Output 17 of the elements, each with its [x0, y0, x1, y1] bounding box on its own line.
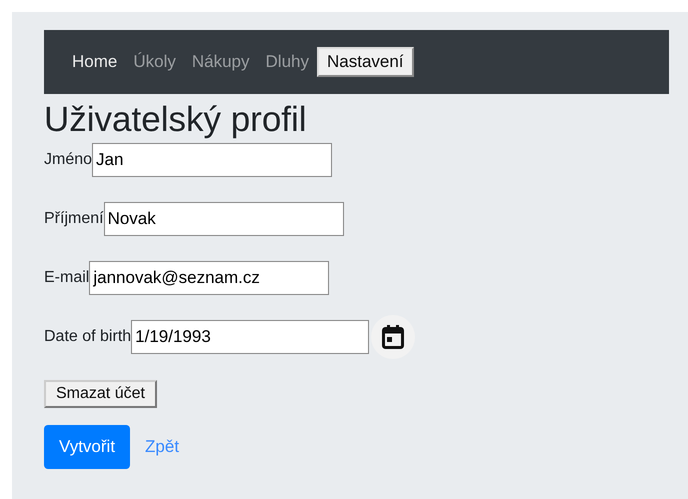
- field-label: Příjmení: [44, 210, 104, 228]
- calendar-button[interactable]: [371, 315, 416, 359]
- delete-account-button[interactable]: Smazat účet: [44, 380, 157, 408]
- nav-link[interactable]: Nastavení: [316, 47, 414, 77]
- field-label: Date of birth: [44, 328, 132, 346]
- nav-link[interactable]: Nákupy: [184, 48, 258, 76]
- field-label: Jméno: [44, 151, 92, 169]
- input-field[interactable]: Jan: [92, 143, 332, 177]
- calendar-icon: [382, 325, 404, 349]
- input-field[interactable]: 1/19/1993: [131, 320, 370, 354]
- input-field[interactable]: Novak: [104, 202, 344, 236]
- submit-button[interactable]: Vytvořit: [44, 425, 130, 469]
- nav-link[interactable]: Dluhy: [258, 48, 317, 76]
- nav-link[interactable]: Home: [66, 48, 126, 76]
- page-heading: Uživatelský profil: [44, 99, 308, 141]
- field-label: E-mail: [44, 269, 90, 287]
- nav-link[interactable]: Úkoly: [125, 48, 184, 76]
